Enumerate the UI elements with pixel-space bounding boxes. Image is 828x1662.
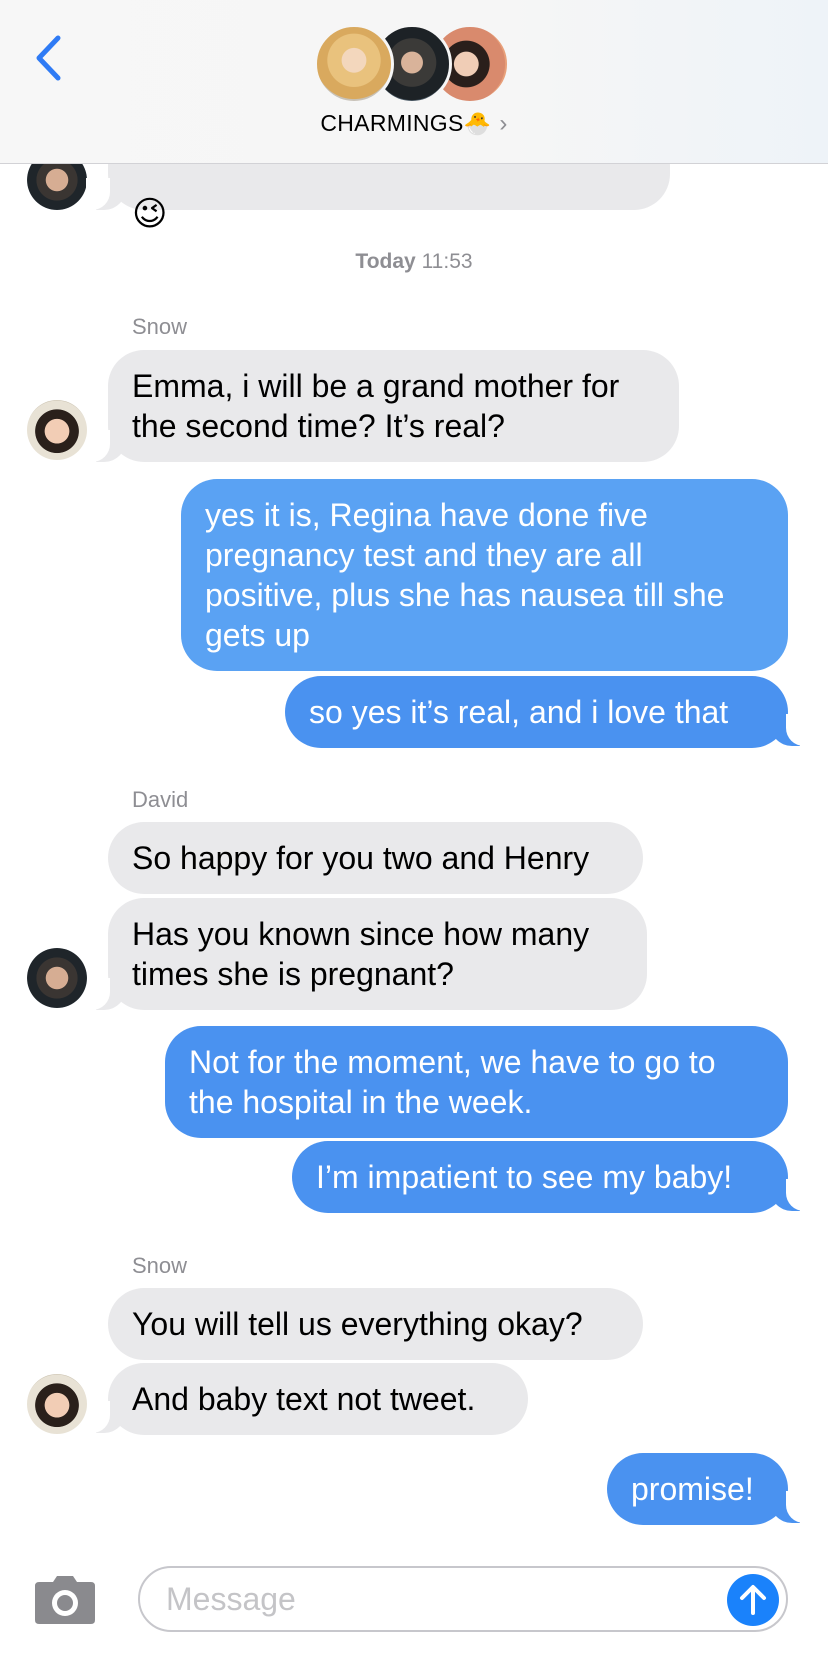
chevron-right-icon: › bbox=[499, 110, 508, 137]
message-bubble[interactable]: I’m impatient to see my baby! bbox=[292, 1141, 788, 1213]
wink-emoji: 😉 bbox=[132, 195, 168, 233]
sender-name: Snow bbox=[132, 1253, 188, 1278]
avatar-snow[interactable] bbox=[27, 400, 87, 460]
message-bubble[interactable]: Not for the moment, we have to go to the… bbox=[165, 1026, 788, 1138]
group-name-button[interactable]: CHARMINGS🐣 › bbox=[0, 110, 828, 138]
conversation: 😉 Today 11:53 Snow Emma, i will be a gra… bbox=[0, 0, 828, 1662]
camera-button[interactable] bbox=[33, 1576, 97, 1626]
chick-emoji: 🐣 bbox=[463, 111, 492, 136]
timestamp-time: 11:53 bbox=[421, 250, 473, 273]
message-bubble[interactable]: yes it is, Regina have done five pregnan… bbox=[181, 479, 788, 671]
message-bubble[interactable]: You will tell us everything okay? bbox=[108, 1288, 643, 1360]
avatar-david[interactable] bbox=[27, 948, 87, 1008]
message-bubble[interactable]: so yes it’s real, and i love that bbox=[285, 676, 788, 748]
sender-name: David bbox=[132, 787, 189, 812]
back-button[interactable] bbox=[28, 32, 68, 84]
avatar bbox=[314, 24, 394, 104]
sender-name: Snow bbox=[132, 314, 188, 339]
group-avatars[interactable] bbox=[314, 24, 514, 108]
message-bubble[interactable]: So happy for you two and Henry bbox=[108, 822, 643, 894]
send-button[interactable] bbox=[727, 1574, 779, 1626]
message-bubble[interactable]: And baby text not tweet. bbox=[108, 1363, 528, 1435]
conversation-timestamp: Today 11:53 bbox=[0, 250, 828, 274]
conversation-header: CHARMINGS🐣 › bbox=[0, 0, 828, 164]
avatar-snow[interactable] bbox=[27, 1374, 87, 1434]
arrow-up-icon bbox=[740, 1585, 766, 1615]
message-bubble[interactable]: promise! bbox=[607, 1453, 788, 1525]
message-bubble[interactable]: Emma, i will be a grand mother for the s… bbox=[108, 350, 679, 462]
chevron-left-icon bbox=[36, 35, 61, 81]
group-name: CHARMINGS bbox=[320, 110, 464, 136]
compose-bar bbox=[0, 1540, 828, 1662]
message-bubble[interactable]: Has you known since how many times she i… bbox=[108, 898, 647, 1010]
message-input[interactable] bbox=[138, 1566, 788, 1632]
timestamp-day: Today bbox=[355, 250, 416, 273]
camera-icon bbox=[35, 1576, 95, 1624]
